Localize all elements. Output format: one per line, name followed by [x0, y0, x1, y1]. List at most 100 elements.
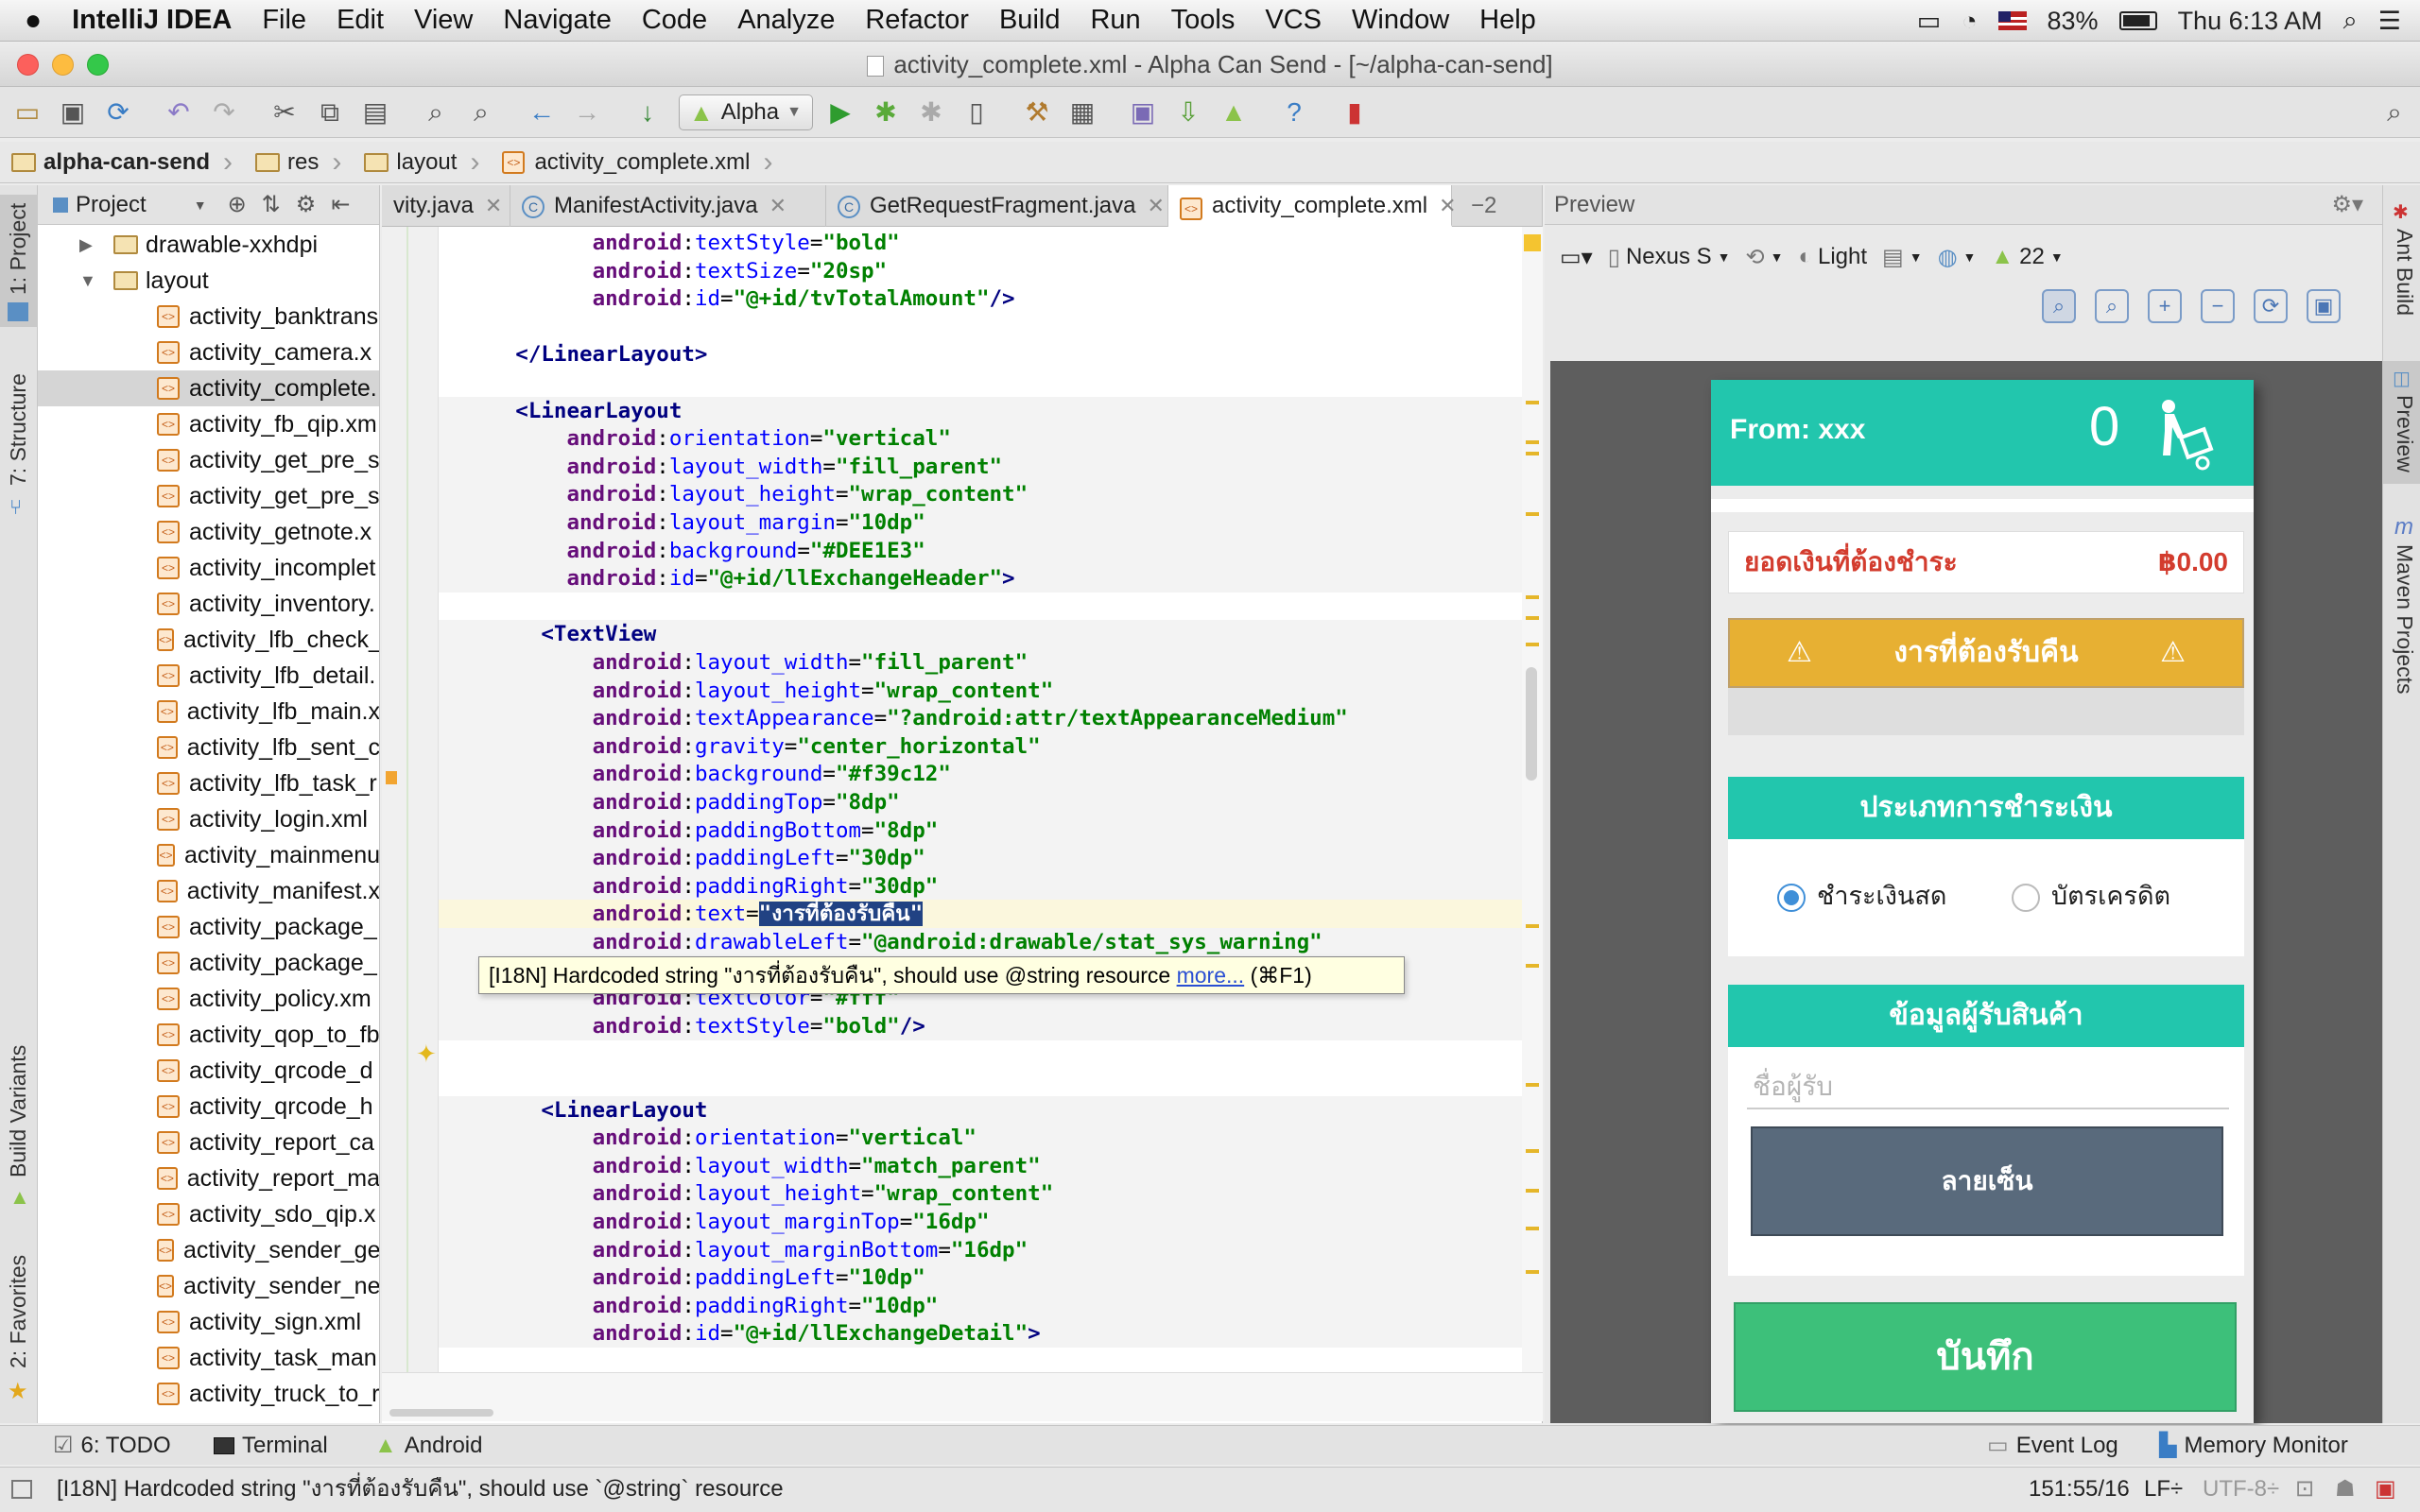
stop-icon[interactable]: ▮ [1339, 96, 1371, 129]
tree-file-item[interactable]: <> activity_report_ma [38, 1160, 379, 1196]
tree-file-item[interactable]: <> activity_package_ [38, 945, 379, 981]
ant-build-tool-tab[interactable]: Ant Build [2392, 229, 2417, 316]
tree-file-item[interactable]: <> activity_get_pre_s [38, 478, 379, 514]
gear-icon[interactable]: ⚙▾ [2331, 191, 2363, 218]
tree-file-item[interactable]: <> activity_truck_to_r [38, 1376, 379, 1412]
gear-icon[interactable]: ⚙ [296, 191, 317, 218]
close-tab-icon[interactable]: ✕ [769, 194, 786, 217]
tree-file-item[interactable]: <> activity_qrcode_d [38, 1053, 379, 1089]
editor-tab[interactable]: C GetRequestFragment.java ✕ [826, 185, 1168, 227]
stripe-marker[interactable] [1526, 1083, 1539, 1087]
wifi-icon[interactable]: ◔ [1962, 7, 1977, 36]
zoom-in-icon[interactable]: + [2148, 289, 2182, 323]
tree-file-item[interactable]: <> activity_task_man [38, 1340, 379, 1376]
editor-tab[interactable]: vity.java ✕ [382, 185, 510, 227]
device-config-dropdown[interactable]: ▭▾ [1560, 244, 1593, 271]
tree-file-item[interactable]: <> activity_lfb_detail. [38, 658, 379, 694]
maven-projects-tool-tab[interactable]: Maven Projects [2392, 544, 2417, 695]
tree-file-item[interactable]: <> activity_inventory. [38, 586, 379, 622]
device-dropdown[interactable]: ▯ Nexus S ▼ [1608, 244, 1731, 271]
stripe-marker[interactable] [1526, 964, 1539, 968]
warning-status-icon[interactable] [1524, 234, 1541, 251]
tree-folder[interactable]: ▶ drawable-xxhdpi [79, 227, 318, 263]
sync-gradle-icon[interactable]: ⇩ [1172, 96, 1204, 129]
search-everywhere-icon[interactable]: ⌕ [2378, 96, 2411, 129]
find-icon[interactable]: ⌕ [420, 96, 452, 129]
run-icon[interactable]: ▶ [824, 96, 856, 129]
project-view-selector[interactable]: Project [76, 192, 147, 218]
tree-file-item[interactable]: <> activity_sdo_qip.x [38, 1196, 379, 1232]
tree-file-item[interactable]: <> activity_lfb_main.x [38, 694, 379, 730]
zoom-window-button[interactable] [87, 54, 109, 76]
tree-file-item[interactable]: <> activity_lfb_task_r [38, 765, 379, 801]
triangle-right-icon[interactable]: ▶ [79, 227, 113, 263]
close-tab-icon[interactable]: ✕ [485, 194, 502, 217]
menu-build[interactable]: Build [984, 5, 1076, 36]
screenshot-icon[interactable]: ▣ [2307, 289, 2341, 323]
editor-horizontal-scrollbar[interactable] [382, 1372, 1543, 1421]
tab-overflow-button[interactable]: −2 [1460, 185, 1543, 227]
menu-refactor[interactable]: Refactor [850, 5, 984, 36]
tree-file-item[interactable]: <> activity_qrcode_h [38, 1089, 379, 1125]
intention-bulb-icon[interactable]: ✦ [416, 1040, 437, 1069]
close-tab-icon[interactable]: ✕ [1439, 194, 1456, 217]
open-folder-icon[interactable]: ▭ [11, 96, 43, 129]
inspector-icon[interactable]: ☗ [2335, 1468, 2356, 1511]
forward-icon[interactable]: → [571, 96, 603, 129]
stripe-marker[interactable] [1526, 924, 1539, 928]
back-icon[interactable]: ← [526, 96, 558, 129]
tree-file-item[interactable]: <> activity_sender_ne [38, 1268, 379, 1304]
stripe-marker[interactable] [1526, 1189, 1539, 1193]
orientation-dropdown[interactable]: ⟲ ▼ [1746, 244, 1784, 271]
editor-tab[interactable]: C ManifestActivity.java ✕ [510, 185, 826, 227]
more-info-link[interactable]: more... [1177, 963, 1245, 988]
file-encoding[interactable]: UTF-8÷ [2203, 1468, 2279, 1511]
hide-panel-icon[interactable]: ⇤ [331, 191, 350, 218]
android-monitor-icon[interactable]: ▲ [1218, 96, 1250, 129]
activity-dropdown[interactable]: ▤ ▼ [1882, 244, 1923, 271]
redo-icon[interactable]: ↷ [208, 96, 240, 129]
receiver-name-input[interactable]: ชื่อผู้รับ [1747, 1064, 2229, 1109]
code-view[interactable]: android:textStyle="bold" android:textSiz… [439, 227, 1526, 1372]
device-icon[interactable]: ▯ [960, 96, 993, 129]
menu-analyze[interactable]: Analyze [722, 5, 850, 36]
tree-file-item[interactable]: <> activity_report_ca [38, 1125, 379, 1160]
stripe-marker[interactable] [1526, 401, 1539, 404]
menu-vcs[interactable]: VCS [1250, 5, 1337, 36]
tree-file-item[interactable]: <> activity_fb_qip.xm [38, 406, 379, 442]
todo-tool-button[interactable]: ☑ 6: TODO [53, 1426, 171, 1466]
preview-tool-tab[interactable]: Preview [2392, 395, 2417, 472]
menu-edit[interactable]: Edit [321, 5, 399, 36]
tree-file-item[interactable]: <> activity_lfb_sent_c [38, 730, 379, 765]
zoom-out-icon[interactable]: − [2201, 289, 2235, 323]
tool-windows-toggle-icon[interactable] [11, 1480, 32, 1499]
battery-icon[interactable] [2118, 11, 2157, 30]
tree-file-item[interactable]: <> activity_mainmenu [38, 837, 379, 873]
tree-file-item[interactable]: <> activity_get_pre_s [38, 442, 379, 478]
stripe-marker[interactable] [1526, 595, 1539, 599]
flag-icon[interactable] [1997, 11, 2027, 30]
menu-file[interactable]: File [247, 5, 321, 36]
line-separator[interactable]: LF÷ [2144, 1468, 2183, 1511]
menu-navigate[interactable]: Navigate [488, 5, 626, 36]
scroll-from-source-icon[interactable]: ⊕ [228, 191, 247, 218]
triangle-down-icon[interactable]: ▼ [79, 263, 113, 299]
stripe-marker[interactable] [1526, 452, 1539, 455]
breadcrumb-res[interactable]: res › [244, 142, 353, 183]
menu-code[interactable]: Code [627, 5, 722, 36]
scrollbar-thumb[interactable] [1526, 667, 1537, 781]
refresh-icon[interactable]: ⟳ [2254, 289, 2288, 323]
sync-icon[interactable]: ⟳ [102, 96, 134, 129]
terminal-tool-button[interactable]: Terminal [214, 1426, 328, 1466]
payment-cash-radio[interactable]: ชำระเงินสด [1777, 875, 1946, 916]
tree-file-item[interactable]: <> activity_policy.xm [38, 981, 379, 1017]
stripe-marker[interactable] [1526, 512, 1539, 516]
tree-file-item[interactable]: <> activity_getnote.x [38, 514, 379, 550]
theme-dropdown[interactable]: ◐ Light [1798, 244, 1867, 270]
app-menu[interactable]: IntelliJ IDEA [57, 5, 247, 36]
attach-debugger-icon[interactable]: ✱ [915, 96, 947, 129]
cut-icon[interactable]: ✂ [268, 96, 301, 129]
stripe-marker[interactable] [1526, 643, 1539, 646]
tree-file-item[interactable]: <> activity_package_ [38, 909, 379, 945]
run-config-select[interactable]: ▲ Alpha ▼ [679, 94, 813, 130]
